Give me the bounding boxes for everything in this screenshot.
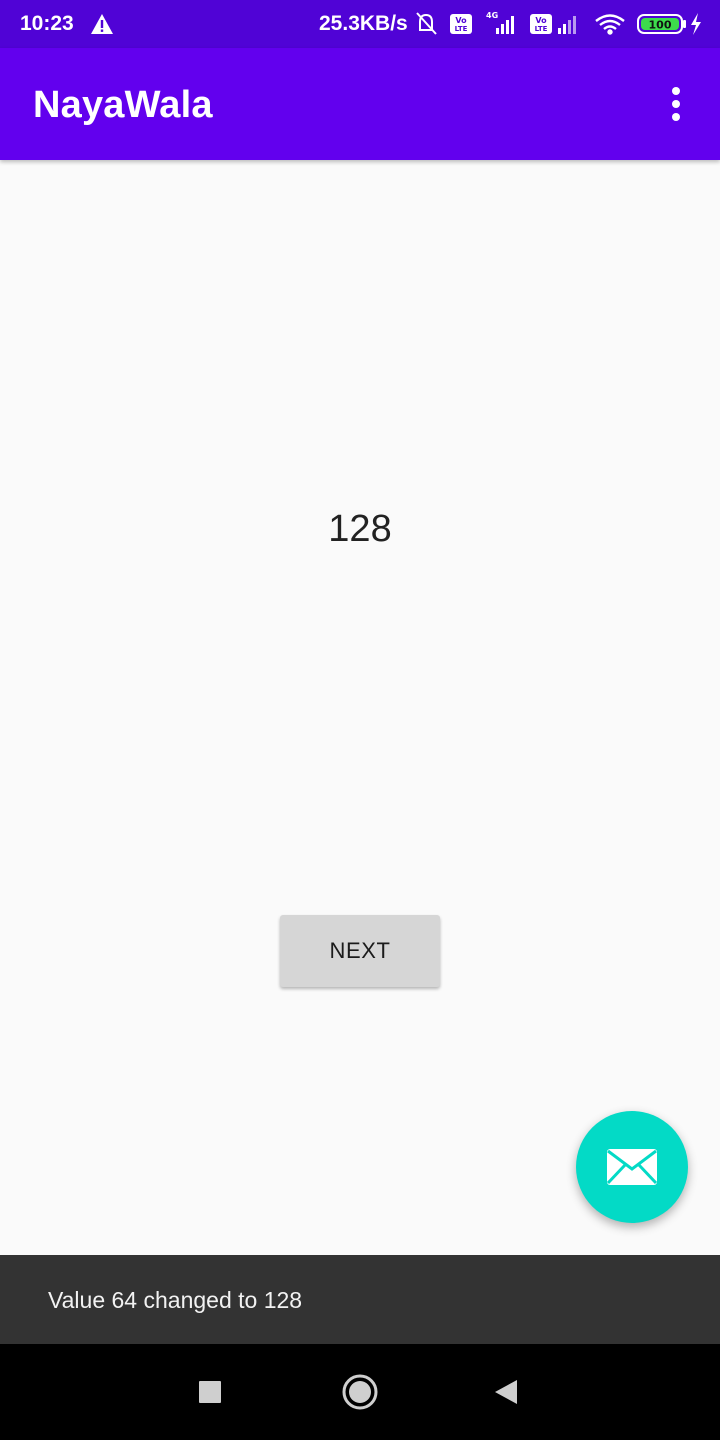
app-title: NayaWala — [33, 84, 213, 126]
mail-icon — [606, 1149, 658, 1185]
status-icons: Vo LTE 4G Vo LTE 100 — [416, 11, 701, 35]
app-bar: NayaWala — [0, 48, 720, 160]
back-button[interactable] — [482, 1368, 530, 1416]
navigation-bar — [0, 1344, 720, 1440]
network-type-label: 4G — [486, 11, 498, 20]
volte-icon-2: Vo LTE — [530, 14, 552, 34]
next-button[interactable]: NEXT — [280, 915, 440, 987]
battery-icon: 100 — [637, 14, 686, 34]
snackbar-message: Value 64 changed to 128 — [48, 1287, 303, 1313]
circle-icon — [342, 1374, 378, 1410]
overflow-menu-button[interactable] — [656, 80, 696, 128]
snackbar: Value 64 changed to 128 — [0, 1255, 720, 1344]
svg-text:LTE: LTE — [535, 25, 548, 33]
triangle-back-icon — [495, 1380, 517, 1404]
volte-label-lte: LTE — [455, 25, 468, 33]
status-bar: 10:23 25.3KB/s Vo LTE 4G Vo LTE 100 — [0, 0, 720, 48]
value-display: 128 — [328, 508, 392, 550]
warning-icon — [91, 14, 113, 34]
more-vert-icon — [672, 87, 680, 95]
volte-label-vo: Vo — [455, 16, 467, 25]
signal-4g-icon: 4G — [486, 11, 514, 34]
signal-icon — [558, 16, 576, 34]
battery-level: 100 — [649, 19, 672, 32]
recents-button[interactable] — [186, 1368, 234, 1416]
mute-bell-icon — [416, 12, 437, 35]
wifi-icon — [595, 14, 625, 35]
square-icon — [199, 1381, 221, 1403]
status-time: 10:23 — [20, 12, 74, 35]
home-button[interactable] — [336, 1368, 384, 1416]
svg-text:Vo: Vo — [535, 16, 547, 25]
volte-icon: Vo LTE — [450, 14, 472, 34]
charging-icon — [691, 13, 701, 35]
network-speed: 25.3KB/s — [319, 12, 408, 35]
email-fab-button[interactable] — [576, 1111, 688, 1223]
